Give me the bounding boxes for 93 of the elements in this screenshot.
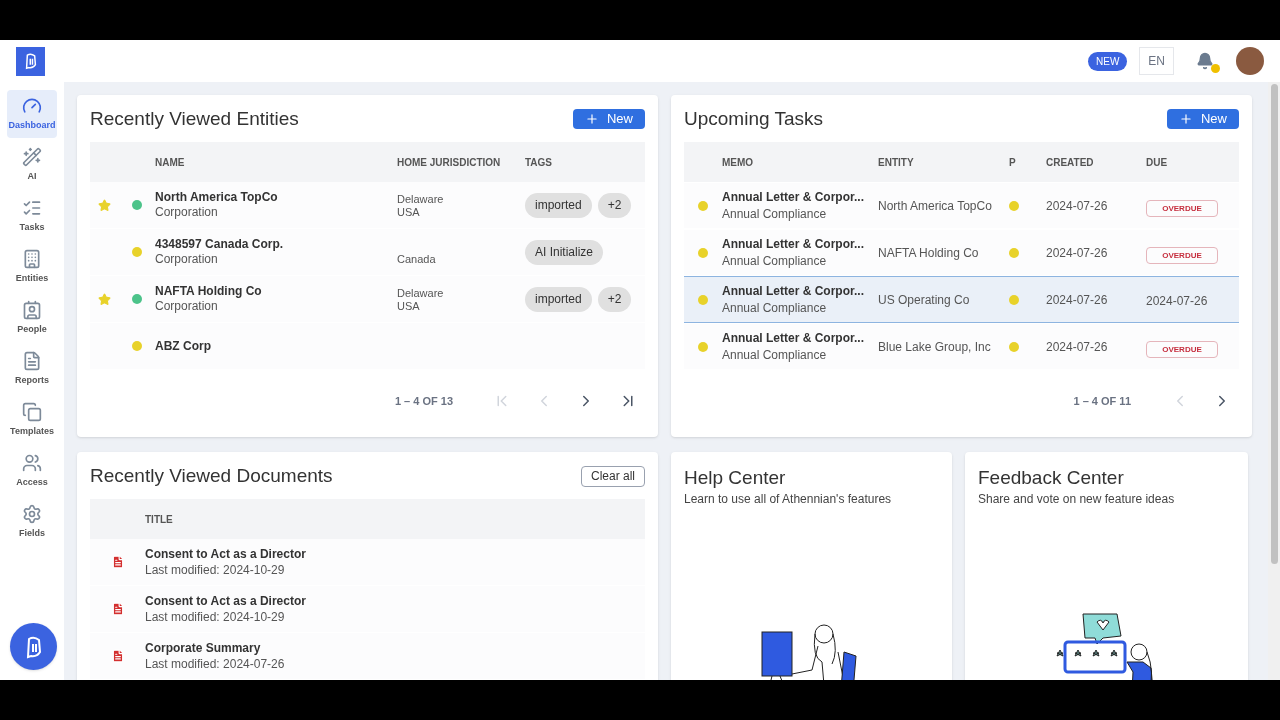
logo-icon[interactable] xyxy=(16,46,45,76)
document-modified: Last modified: 2024-07-26 xyxy=(145,656,286,672)
entity-name: NAFTA Holding Co xyxy=(155,284,263,299)
bell-icon xyxy=(1196,52,1214,70)
overdue-badge: OVERDUE xyxy=(1146,341,1218,358)
entity-name: North America TopCo xyxy=(155,190,279,205)
scrollbar[interactable] xyxy=(1268,82,1280,680)
overdue-badge: OVERDUE xyxy=(1146,200,1218,217)
assistant-button[interactable] xyxy=(10,623,57,670)
access-icon xyxy=(22,452,42,473)
sidebar-item[interactable]: Fields xyxy=(7,498,57,546)
document-title: Corporate Summary xyxy=(145,640,262,656)
tag-chip[interactable]: +2 xyxy=(597,192,632,218)
sidebar-item[interactable]: AI xyxy=(7,141,57,189)
avatar[interactable] xyxy=(1236,47,1264,75)
task-category: Annual Compliance xyxy=(722,252,828,270)
task-row[interactable]: Annual Letter & Corpor... Annual Compliance US Operating Co 2024-07-26 2024-07-26 xyxy=(684,276,1239,323)
task-memo: Annual Letter & Corpor... xyxy=(722,188,865,206)
created-date: 2024-07-26 xyxy=(1046,291,1109,309)
entity-type: Corporation xyxy=(155,299,219,314)
pdf-file-icon xyxy=(110,602,125,616)
sidebar-item[interactable]: Entities xyxy=(7,243,57,291)
task-category: Annual Compliance xyxy=(722,205,828,223)
task-memo: Annual Letter & Corpor... xyxy=(722,282,865,300)
new-button[interactable]: New xyxy=(1167,109,1239,129)
due-date: 2024-07-26 xyxy=(1146,293,1208,308)
ai-icon xyxy=(22,146,42,167)
tag-chip[interactable]: imported xyxy=(525,286,592,312)
jurisdiction-text: USA xyxy=(397,206,421,219)
column-header: HOME JURISDICTION xyxy=(397,155,502,170)
page-range: 1 – 4 OF 11 xyxy=(1073,393,1131,409)
plus-icon xyxy=(585,112,599,126)
created-date: 2024-07-26 xyxy=(1046,197,1109,215)
tag-chip[interactable]: AI Initialize xyxy=(525,239,604,265)
entity-type: Corporation xyxy=(155,205,219,220)
sidebar-item[interactable]: Reports xyxy=(7,345,57,393)
task-entity: North America TopCo xyxy=(878,197,993,215)
column-header: ENTITY xyxy=(878,155,915,170)
tag-chip[interactable]: +2 xyxy=(597,286,632,312)
templates-icon xyxy=(22,401,42,422)
created-date: 2024-07-26 xyxy=(1046,338,1109,356)
sidebar-item[interactable]: Dashboard xyxy=(7,90,57,138)
jurisdiction-text: Delaware xyxy=(397,287,445,300)
sidebar-item[interactable]: Access xyxy=(7,447,57,495)
card-title: Feedback Center xyxy=(978,466,1125,488)
card-subtitle: Learn to use all of Athennian's features xyxy=(684,491,893,508)
new-badge[interactable]: NEW xyxy=(1088,51,1128,71)
new-button[interactable]: New xyxy=(573,109,645,129)
entities-icon xyxy=(22,248,42,269)
document-modified: Last modified: 2024-10-29 xyxy=(145,562,286,578)
sidebar-item[interactable]: Tasks xyxy=(7,192,57,240)
column-header: NAME xyxy=(155,155,186,170)
document-title: Consent to Act as a Director xyxy=(145,593,307,609)
pdf-file-icon xyxy=(110,649,125,663)
card-title: Recently Viewed Entities xyxy=(90,106,299,131)
jurisdiction-text: USA xyxy=(397,300,421,313)
task-entity: NAFTA Holding Co xyxy=(878,244,980,262)
entity-name: ABZ Corp xyxy=(155,338,212,354)
card-title: Upcoming Tasks xyxy=(684,106,824,131)
column-header: TITLE xyxy=(145,512,174,527)
task-memo: Annual Letter & Corpor... xyxy=(722,235,865,253)
plus-icon xyxy=(1179,112,1193,126)
task-entity: Blue Lake Group, Inc xyxy=(878,338,992,356)
clear-all-button[interactable]: Clear all xyxy=(581,465,645,487)
column-header: P xyxy=(1009,155,1017,170)
sidebar-item[interactable]: Templates xyxy=(7,396,57,444)
card-title: Recently Viewed Documents xyxy=(90,463,333,488)
entity-type: Corporation xyxy=(155,252,219,267)
language-button[interactable]: EN xyxy=(1139,47,1174,75)
tag-chip[interactable]: imported xyxy=(525,192,592,218)
document-modified: Last modified: 2024-10-29 xyxy=(145,609,286,625)
created-date: 2024-07-26 xyxy=(1046,244,1109,262)
column-header: MEMO xyxy=(722,155,755,170)
sidebar-item[interactable]: People xyxy=(7,294,57,342)
jurisdiction-text: Delaware xyxy=(397,193,445,206)
column-header: TAGS xyxy=(525,155,554,170)
document-title: Consent to Act as a Director xyxy=(145,546,307,562)
entity-name: 4348597 Canada Corp. xyxy=(155,237,285,252)
task-category: Annual Compliance xyxy=(722,346,828,364)
card-title: Help Center xyxy=(684,466,787,488)
people-icon xyxy=(22,299,42,320)
column-header: DUE xyxy=(1146,155,1169,170)
card-subtitle: Share and vote on new feature ideas xyxy=(978,491,1176,508)
task-entity: US Operating Co xyxy=(878,291,971,309)
jurisdiction-text: Canada xyxy=(397,253,437,266)
reports-icon xyxy=(22,350,42,371)
column-header: CREATED xyxy=(1046,155,1095,170)
task-memo: Annual Letter & Corpor... xyxy=(722,329,865,347)
fields-icon xyxy=(22,503,42,524)
page-range: 1 – 4 OF 13 xyxy=(394,393,453,409)
overdue-badge: OVERDUE xyxy=(1146,247,1218,264)
task-category: Annual Compliance xyxy=(722,299,828,317)
pdf-file-icon xyxy=(110,555,125,569)
